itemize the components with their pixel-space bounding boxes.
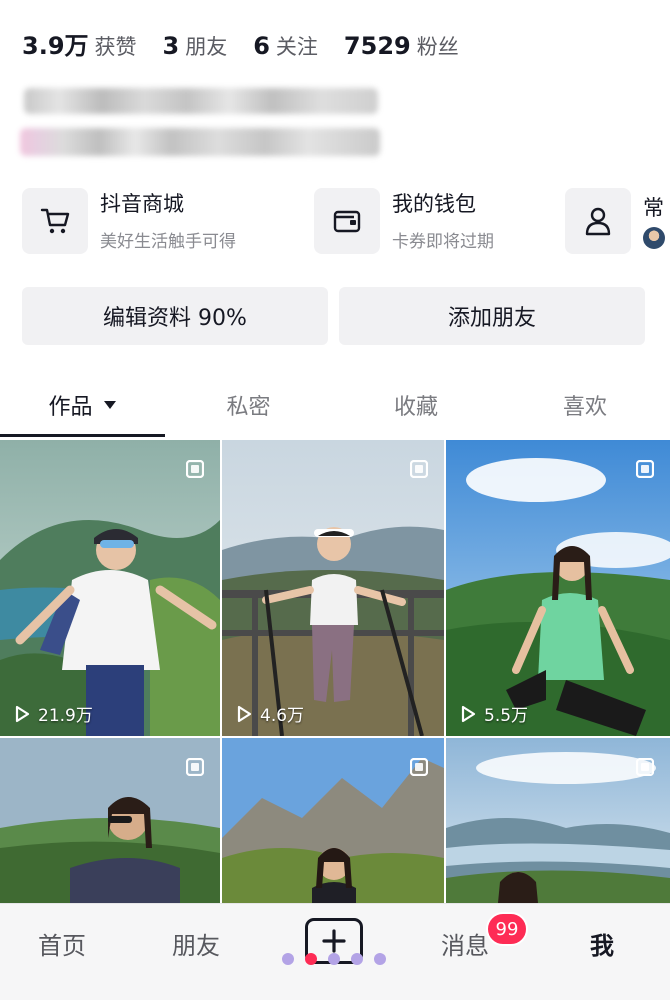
profile-stats: 3.9万 获赞 3 朋友 6 关注 7529 粉丝 [22,26,485,61]
caret-down-icon [103,401,116,409]
nav-home[interactable]: 首页 [38,926,86,961]
video-thumbnail[interactable]: 5.5万 [446,440,670,736]
tab-favorites[interactable]: 收藏 [332,374,500,436]
service-shop-subtitle: 美好生活触手可得 [100,232,236,252]
play-count: 21.9万 [12,701,93,726]
play-icon [237,705,252,722]
tab-private[interactable]: 私密 [165,374,332,436]
nav-messages[interactable]: 消息 [441,926,489,961]
video-cover-image [0,440,220,736]
page-indicator-dots [282,953,397,965]
play-count: 4.6万 [234,701,304,726]
play-count-value: 21.9万 [38,706,93,726]
multi-photo-icon [636,460,654,478]
video-cover-image [222,440,444,736]
multi-photo-icon [410,758,428,776]
messages-badge: 99 [486,912,528,946]
video-cover-image [446,440,670,736]
service-frequent-title: 常 [643,195,664,220]
play-count-value: 5.5万 [484,706,529,726]
service-wallet-title: 我的钱包 [392,192,476,216]
video-thumbnail[interactable] [222,738,444,903]
wallet-icon [314,188,380,254]
video-thumbnail[interactable]: 4.6万 [222,440,444,736]
play-icon [15,705,30,722]
nav-friends[interactable]: 朋友 [172,926,220,961]
stat-friends[interactable]: 3 朋友 [163,31,228,61]
active-tab-indicator [0,434,165,437]
likes-count: 3.9万 [22,32,89,60]
service-shop-title: 抖音商城 [100,192,184,216]
service-frequent[interactable]: 常 [565,188,665,254]
multi-photo-icon [636,758,654,776]
likes-label: 获赞 [94,35,137,59]
friends-count: 3 [162,32,180,60]
video-thumbnail[interactable] [446,738,670,903]
bio-tags-redacted [20,128,380,156]
nav-me[interactable]: 我 [590,926,614,961]
tab-works[interactable]: 作品 [0,374,165,436]
bio-line-redacted [24,88,378,114]
following-count: 6 [253,32,270,60]
followers-count: 7529 [343,32,411,60]
service-wallet-subtitle: 卡券即将过期 [392,232,494,252]
edit-profile-button[interactable]: 编辑资料 90% [22,287,328,345]
play-count-value: 4.6万 [260,706,305,726]
friends-label: 朋友 [185,35,228,59]
multi-photo-icon [186,758,204,776]
service-wallet[interactable]: 我的钱包 卡券即将过期 [314,188,494,254]
person-icon [565,188,631,254]
multi-photo-icon [410,460,428,478]
indicator-dot [351,953,363,965]
following-label: 关注 [275,35,318,59]
video-thumbnail[interactable]: 21.9万 [0,440,220,736]
video-grid: 21.9万 4.6万 5.5万 [0,440,670,903]
indicator-dot [328,953,340,965]
add-friend-button[interactable]: 添加朋友 [339,287,645,345]
service-shop[interactable]: 抖音商城 美好生活触手可得 [22,188,236,254]
stat-followers[interactable]: 7529 粉丝 [344,31,459,61]
followers-label: 粉丝 [416,35,459,59]
indicator-dot [374,953,386,965]
play-icon [461,705,476,722]
indicator-dot [282,953,294,965]
multi-photo-icon [186,460,204,478]
tab-likes[interactable]: 喜欢 [500,374,670,436]
service-shortcuts: 抖音商城 美好生活触手可得 我的钱包 卡券即将过期 常 [0,188,670,256]
stat-likes[interactable]: 3.9万 获赞 [22,26,137,61]
content-tabs: 作品 私密 收藏 喜欢 [0,374,670,438]
stat-following[interactable]: 6 关注 [253,31,318,61]
avatar [643,226,665,249]
video-thumbnail[interactable] [0,738,220,903]
cart-icon [22,188,88,254]
tab-works-label: 作品 [48,395,93,420]
indicator-dot-active [305,953,317,965]
play-count: 5.5万 [458,701,528,726]
